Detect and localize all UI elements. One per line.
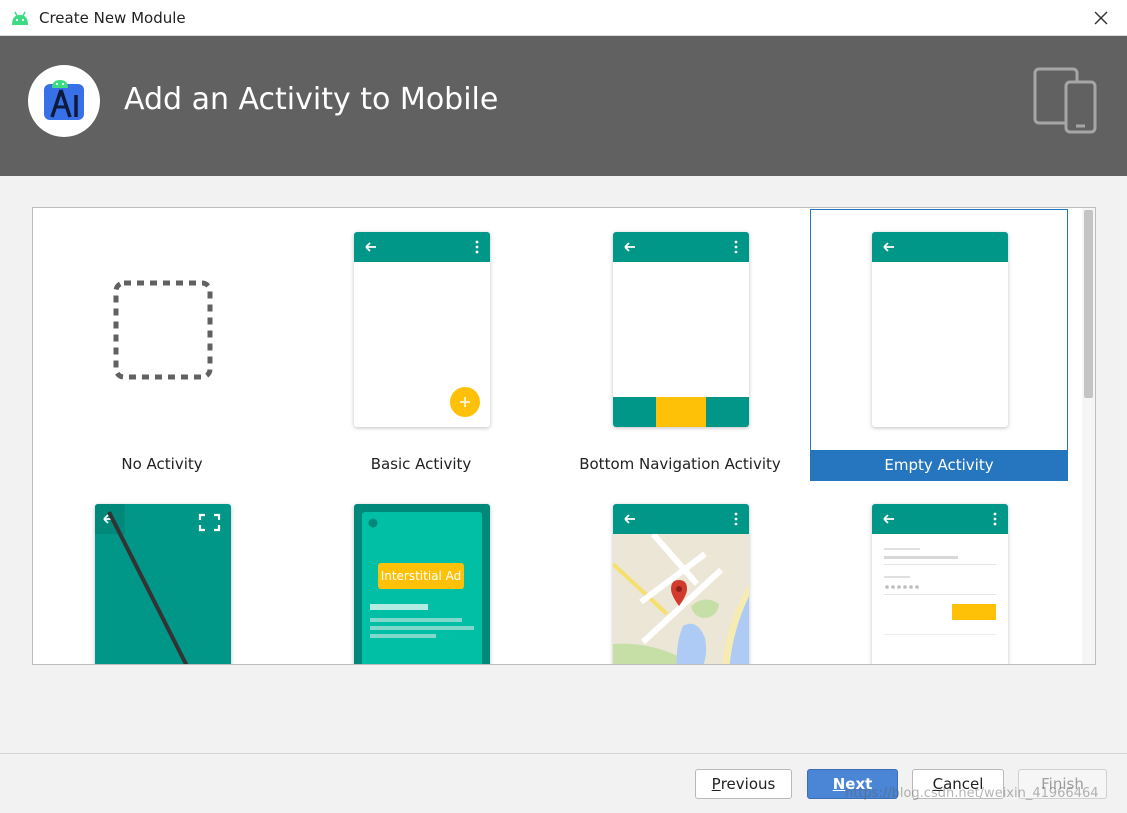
template-login-activity[interactable] bbox=[810, 480, 1068, 664]
ad-badge: Interstitial Ad bbox=[378, 563, 464, 589]
gallery-scrollbar[interactable] bbox=[1082, 208, 1095, 664]
login-activity-preview bbox=[872, 504, 1008, 664]
previous-button[interactable]: Previous bbox=[695, 769, 792, 799]
empty-activity-preview bbox=[872, 232, 1008, 427]
basic-activity-preview bbox=[354, 232, 490, 427]
app-bar bbox=[613, 232, 749, 262]
template-label: Basic Activity bbox=[370, 455, 472, 473]
login-form-illustration bbox=[884, 548, 996, 635]
template-bottom-navigation-activity[interactable]: Bottom Navigation Activity bbox=[551, 208, 809, 480]
template-label: No Activity bbox=[121, 455, 203, 473]
fab-icon bbox=[450, 387, 480, 417]
template-google-maps-activity[interactable] bbox=[551, 480, 809, 664]
app-bar bbox=[872, 232, 1008, 262]
tablet-phone-icon bbox=[1033, 67, 1097, 134]
android-studio-logo bbox=[28, 65, 100, 137]
template-no-activity[interactable]: No Activity bbox=[33, 208, 291, 480]
footer-divider bbox=[0, 753, 1127, 754]
page-title: Add an Activity to Mobile bbox=[124, 82, 499, 117]
window-titlebar: Create New Module bbox=[0, 0, 1127, 36]
scrollbar-thumb[interactable] bbox=[1084, 210, 1093, 398]
template-gallery[interactable]: No Activity Basic Activity Bottom Naviga… bbox=[32, 207, 1096, 665]
interstitial-ad-preview: Interstitial Ad bbox=[354, 504, 490, 664]
app-bar bbox=[354, 232, 490, 262]
template-empty-activity[interactable]: Empty Activity bbox=[810, 209, 1068, 481]
fullscreen-activity-preview bbox=[95, 504, 231, 664]
template-basic-activity[interactable]: Basic Activity bbox=[292, 208, 550, 480]
app-bar bbox=[872, 504, 1008, 534]
no-activity-icon bbox=[113, 280, 213, 380]
app-bar bbox=[613, 504, 749, 534]
bottom-navigation-preview bbox=[613, 232, 749, 427]
wizard-header: Add an Activity to Mobile bbox=[0, 36, 1127, 176]
watermark-text: https://blog.csdn.net/weixin_41966464 bbox=[845, 786, 1099, 801]
close-icon bbox=[1094, 11, 1108, 25]
map-illustration bbox=[613, 534, 749, 664]
template-label: Empty Activity bbox=[811, 450, 1067, 481]
android-icon bbox=[12, 11, 28, 25]
google-maps-preview bbox=[613, 504, 749, 664]
template-fullscreen-activity[interactable] bbox=[33, 480, 291, 664]
bottom-nav-bar bbox=[613, 397, 749, 427]
window-title: Create New Module bbox=[39, 9, 186, 27]
template-interstitial-ad[interactable]: Interstitial Ad bbox=[292, 480, 550, 664]
template-label: Bottom Navigation Activity bbox=[579, 455, 781, 473]
close-button[interactable] bbox=[1089, 6, 1113, 30]
